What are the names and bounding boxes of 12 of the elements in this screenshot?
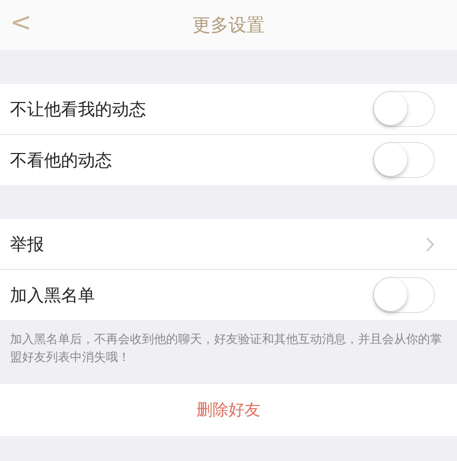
note-text: 加入黑名单后，不再会收到他的聊天，好友验证和其他互动消息，并且会从你的掌盟好友列表中消失哦！ bbox=[9, 331, 443, 366]
chevron-right-icon bbox=[426, 236, 435, 252]
setting-label: 举报 bbox=[10, 234, 44, 256]
back-button[interactable]: < bbox=[4, 8, 38, 38]
delete-friend-button[interactable]: 删除好友 bbox=[190, 398, 266, 422]
setting-label: 加入黑名单 bbox=[10, 284, 95, 306]
toggle-switch[interactable] bbox=[373, 91, 435, 127]
page-title: 更多设置 bbox=[192, 14, 264, 37]
setting-label: 不看他的动态 bbox=[10, 150, 112, 172]
setting-label: 不让他看我的动态 bbox=[10, 98, 146, 120]
toggle-switch[interactable] bbox=[373, 277, 435, 313]
toggle-switch[interactable] bbox=[373, 142, 435, 178]
